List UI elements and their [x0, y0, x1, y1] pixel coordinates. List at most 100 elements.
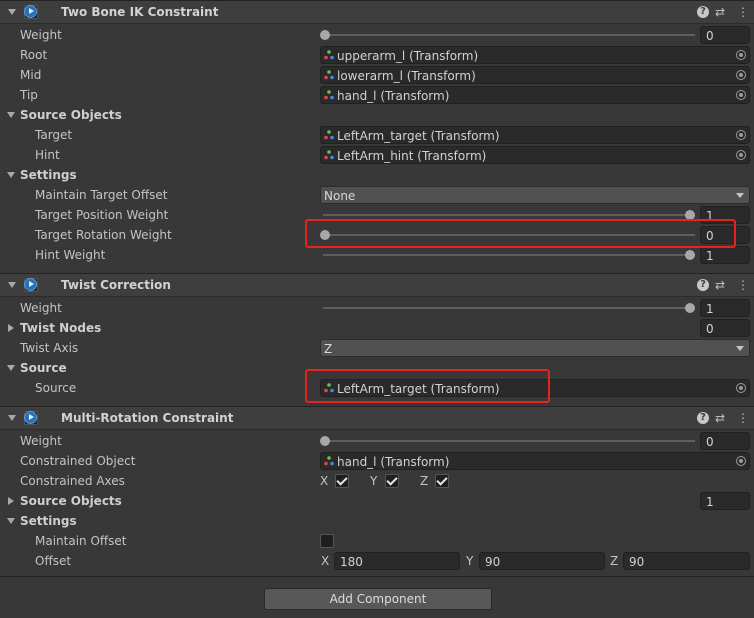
twist-weight-row: Weight 1 [0, 298, 754, 318]
weight-row: Weight 0 [0, 25, 754, 45]
offset-x-label: X [321, 554, 330, 568]
offset-y-label: Y [466, 554, 474, 568]
axis-y-checkbox[interactable] [385, 474, 399, 488]
object-picker-icon[interactable] [736, 70, 746, 80]
mid-label: Mid [20, 68, 42, 82]
multi-settings-foldout[interactable]: Settings [0, 511, 754, 531]
weight-input[interactable]: 0 [700, 432, 750, 450]
root-row: Root upperarm_l (Transform) [0, 45, 754, 65]
object-picker-icon[interactable] [736, 90, 746, 100]
tip-object-field[interactable]: hand_l (Transform) [320, 86, 750, 104]
axis-x-label: X [320, 474, 329, 488]
multi-source-objects-foldout[interactable]: Source Objects 1 [0, 491, 754, 511]
component-title: Two Bone IK Constraint [61, 5, 219, 19]
source-group-label: Source [20, 361, 67, 375]
root-label: Root [20, 48, 48, 62]
highlight-box-rotation-weight [305, 219, 736, 248]
twist-nodes-label: Twist Nodes [20, 321, 102, 335]
object-picker-icon[interactable] [736, 50, 746, 60]
object-picker-icon[interactable] [736, 383, 746, 393]
help-icon[interactable]: ? [697, 279, 709, 291]
offset-y-input[interactable]: 90 [479, 552, 605, 570]
settings-label: Settings [20, 168, 77, 182]
foldout-arrow-icon[interactable] [7, 365, 15, 371]
transform-icon [324, 456, 334, 466]
add-component-button[interactable]: Add Component [264, 588, 492, 610]
source-label: Source [35, 381, 77, 395]
multi-rotation-weight-row: Weight 0 [0, 431, 754, 451]
constrained-object-row: Constrained Object hand_l (Transform) [0, 451, 754, 471]
transform-icon [324, 50, 334, 60]
tip-label: Tip [20, 88, 38, 102]
hint-object-field[interactable]: LeftArm_hint (Transform) [320, 146, 750, 164]
offset-row: Offset X 180 Y 90 Z 90 [0, 551, 754, 571]
constrained-object-field[interactable]: hand_l (Transform) [320, 452, 750, 470]
component-header-two-bone-ik[interactable]: Two Bone IK Constraint ? ⇄ ⋮ [0, 0, 754, 24]
maintain-target-offset-dropdown[interactable]: None [320, 186, 750, 204]
mid-object-field[interactable]: lowerarm_l (Transform) [320, 66, 750, 84]
foldout-arrow-icon[interactable] [8, 282, 16, 288]
weight-slider-track[interactable] [323, 307, 695, 309]
foldout-arrow-icon[interactable] [8, 324, 14, 332]
object-picker-icon[interactable] [736, 456, 746, 466]
hint-weight-slider-track[interactable] [323, 254, 695, 256]
target-row: Target LeftArm_target (Transform) [0, 125, 754, 145]
context-menu-icon[interactable]: ⋮ [737, 278, 749, 292]
weight-slider-knob[interactable] [320, 436, 330, 446]
twist-nodes-foldout[interactable]: Twist Nodes 0 [0, 318, 754, 338]
hint-weight-row: Hint Weight 1 [0, 245, 754, 265]
hint-weight-slider-knob[interactable] [685, 250, 695, 260]
settings-foldout[interactable]: Settings [0, 165, 754, 185]
foldout-arrow-icon[interactable] [7, 518, 15, 524]
weight-slider-track[interactable] [323, 440, 695, 442]
weight-input[interactable]: 0 [700, 26, 750, 44]
weight-input[interactable]: 1 [700, 299, 750, 317]
axis-z-checkbox[interactable] [435, 474, 449, 488]
constraint-component-icon [24, 5, 37, 18]
hint-weight-input[interactable]: 1 [700, 246, 750, 264]
constrained-axes-label: Constrained Axes [20, 474, 125, 488]
target-object-field[interactable]: LeftArm_target (Transform) [320, 126, 750, 144]
root-object-field[interactable]: upperarm_l (Transform) [320, 46, 750, 64]
presets-icon[interactable]: ⇄ [715, 5, 725, 19]
foldout-arrow-icon[interactable] [8, 497, 14, 505]
source-objects-foldout[interactable]: Source Objects [0, 105, 754, 125]
target-position-weight-slider-track[interactable] [323, 214, 695, 216]
offset-x-input[interactable]: 180 [334, 552, 460, 570]
target-label: Target [35, 128, 73, 142]
transform-icon [324, 130, 334, 140]
object-picker-icon[interactable] [736, 150, 746, 160]
component-header-multi-rotation[interactable]: Multi-Rotation Constraint ? ⇄ ⋮ [0, 406, 754, 430]
target-rotation-weight-label: Target Rotation Weight [35, 228, 172, 242]
foldout-arrow-icon[interactable] [8, 415, 16, 421]
divider [0, 576, 754, 577]
component-title: Twist Correction [61, 278, 171, 292]
presets-icon[interactable]: ⇄ [715, 278, 725, 292]
constrained-axes-row: Constrained Axes X Y Z [0, 471, 754, 491]
weight-slider-knob[interactable] [320, 30, 330, 40]
hint-label: Hint [35, 148, 60, 162]
source-objects-count-input[interactable]: 1 [700, 492, 750, 510]
target-position-weight-label: Target Position Weight [35, 208, 169, 222]
twist-axis-dropdown[interactable]: Z [320, 339, 750, 357]
foldout-arrow-icon[interactable] [7, 172, 15, 178]
context-menu-icon[interactable]: ⋮ [737, 5, 749, 19]
help-icon[interactable]: ? [697, 6, 709, 18]
presets-icon[interactable]: ⇄ [715, 411, 725, 425]
twist-axis-label: Twist Axis [20, 341, 79, 355]
offset-z-input[interactable]: 90 [623, 552, 750, 570]
axis-z-label: Z [420, 474, 429, 488]
object-picker-icon[interactable] [736, 130, 746, 140]
axis-x-checkbox[interactable] [335, 474, 349, 488]
transform-icon [324, 70, 334, 80]
weight-slider-knob[interactable] [685, 303, 695, 313]
offset-label: Offset [35, 554, 72, 568]
help-icon[interactable]: ? [697, 412, 709, 424]
maintain-offset-checkbox[interactable] [320, 534, 334, 548]
foldout-arrow-icon[interactable] [7, 112, 15, 118]
component-header-twist-correction[interactable]: Twist Correction ? ⇄ ⋮ [0, 273, 754, 297]
weight-slider-track[interactable] [323, 34, 695, 36]
twist-nodes-count-input[interactable]: 0 [700, 319, 750, 337]
foldout-arrow-icon[interactable] [8, 9, 16, 15]
context-menu-icon[interactable]: ⋮ [737, 411, 749, 425]
